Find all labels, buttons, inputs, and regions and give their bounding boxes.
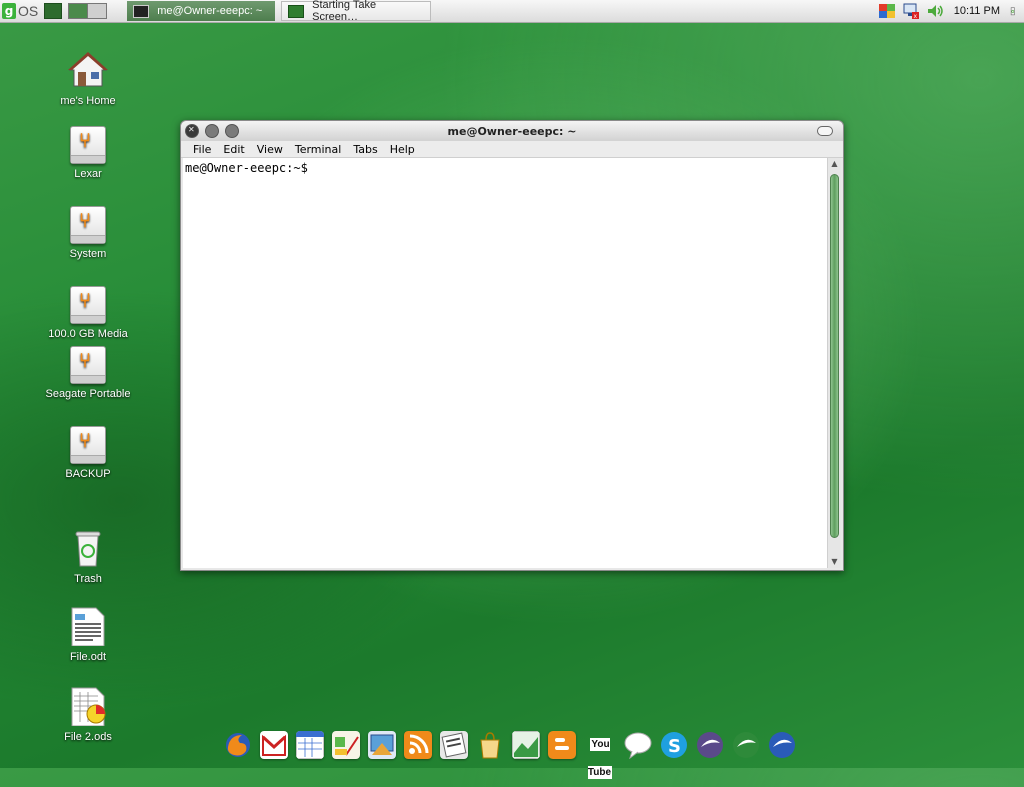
- calendar-icon[interactable]: [296, 731, 324, 759]
- spreadsheet-icon: [71, 687, 106, 727]
- taskbar-item-label: me@Owner-eeepc: ~: [157, 5, 263, 17]
- update-notifier-icon[interactable]: [878, 3, 896, 19]
- home-icon: [68, 52, 108, 87]
- shopping-icon[interactable]: [476, 731, 504, 759]
- desktop-icon-trash[interactable]: Trash: [38, 528, 138, 585]
- news-icon[interactable]: [440, 731, 468, 759]
- terminal-menubar: File Edit View Terminal Tabs Help: [181, 141, 843, 158]
- taskbar-item-terminal[interactable]: me@Owner-eeepc: ~: [127, 1, 276, 21]
- desktop-icon-label: File 2.ods: [64, 731, 112, 743]
- workspace-1[interactable]: [69, 4, 89, 18]
- desktop-icon-label: Seagate Portable: [45, 388, 131, 400]
- document-icon: [71, 607, 105, 647]
- system-tray: x 10:11 PM: [872, 0, 1024, 22]
- openoffice-icon[interactable]: [696, 731, 724, 759]
- trash-icon: [75, 531, 101, 567]
- show-desktop-icon[interactable]: [44, 3, 63, 19]
- screenshot-icon: [288, 4, 305, 18]
- svg-text:S: S: [668, 736, 681, 757]
- desktop-icon-backup[interactable]: ⑂ BACKUP: [38, 426, 138, 480]
- desktop-icon-label: File.odt: [69, 651, 107, 663]
- terminal-window: me@Owner-eeepc: ~ File Edit View Termina…: [180, 120, 844, 571]
- desktop-icon-media[interactable]: ⑂ 100.0 GB Media: [38, 286, 138, 340]
- desktop-icon-file-ods[interactable]: File 2.ods: [38, 686, 138, 743]
- scroll-up-icon[interactable]: ▲: [828, 158, 841, 170]
- desktop-icon-system[interactable]: ⑂ System: [38, 206, 138, 260]
- menu-view[interactable]: View: [251, 143, 289, 156]
- svg-text:x: x: [913, 13, 917, 19]
- menu-terminal[interactable]: Terminal: [289, 143, 348, 156]
- taskbar-item-label: Starting Take Screen…: [312, 0, 377, 23]
- desktop-icon-lexar[interactable]: ⑂ Lexar: [38, 126, 138, 180]
- usb-drive-icon: ⑂: [70, 286, 106, 324]
- volume-icon[interactable]: [926, 3, 944, 19]
- photos-icon[interactable]: [368, 731, 396, 759]
- terminal-titlebar[interactable]: me@Owner-eeepc: ~: [181, 121, 843, 141]
- menu-help[interactable]: Help: [384, 143, 421, 156]
- usb-drive-icon: ⑂: [70, 346, 106, 384]
- openoffice-calc-icon[interactable]: [732, 731, 760, 759]
- gos-logo-text: OS: [18, 3, 39, 19]
- workspace-switcher[interactable]: [68, 3, 108, 19]
- skype-icon[interactable]: S: [660, 731, 688, 759]
- clock[interactable]: 10:11 PM: [954, 5, 1000, 17]
- youtube-logo-text: You Tube: [587, 738, 613, 779]
- desktop-icon-home[interactable]: me's Home: [38, 50, 138, 107]
- blogger-icon[interactable]: [548, 731, 576, 759]
- menu-edit[interactable]: Edit: [217, 143, 250, 156]
- network-disconnected-icon[interactable]: x: [902, 3, 920, 19]
- desktop-icon-label: me's Home: [60, 95, 116, 107]
- rss-icon[interactable]: [404, 731, 432, 759]
- desktop-icon-label: BACKUP: [65, 468, 111, 480]
- usb-drive-icon: ⑂: [70, 206, 106, 244]
- chat-icon[interactable]: [624, 731, 652, 759]
- youtube-icon[interactable]: You Tube: [584, 731, 616, 779]
- terminal-text-area[interactable]: me@Owner-eeepc:~$: [183, 158, 827, 568]
- desktop-icon-seagate[interactable]: ⑂ Seagate Portable: [38, 346, 138, 400]
- usb-drive-icon: ⑂: [70, 126, 106, 164]
- desktop-icon-file-odt[interactable]: File.odt: [38, 606, 138, 663]
- dock: You Tube S: [224, 728, 804, 779]
- gos-logo-icon: g: [2, 3, 16, 19]
- gmail-icon[interactable]: [260, 731, 288, 759]
- usb-drive-icon: ⑂: [70, 426, 106, 464]
- window-title: me@Owner-eeepc: ~: [447, 124, 577, 138]
- desktop-icon-label: Trash: [74, 573, 102, 585]
- openoffice-impress-icon[interactable]: [768, 731, 796, 759]
- desktop-icon-label: System: [69, 248, 107, 260]
- firefox-icon[interactable]: [224, 731, 252, 759]
- shell-prompt: me@Owner-eeepc:~$: [185, 161, 308, 175]
- docs-icon[interactable]: [332, 731, 360, 759]
- taskbar-item-screenshot[interactable]: Starting Take Screen…: [281, 0, 432, 23]
- maps-icon[interactable]: [512, 731, 540, 759]
- shade-button[interactable]: [817, 126, 833, 136]
- top-panel: g OS me@Owner-eeepc: ~ Starting Take Scr…: [0, 0, 1024, 23]
- terminal-scrollbar[interactable]: ▲ ▼: [827, 158, 841, 568]
- scroll-down-icon[interactable]: ▼: [828, 556, 841, 568]
- menu-file[interactable]: File: [187, 143, 217, 156]
- desktop-icon-label: 100.0 GB Media: [48, 328, 128, 340]
- terminal-icon: [133, 4, 150, 18]
- gos-menu-button[interactable]: g OS: [0, 0, 38, 22]
- workspace-2[interactable]: [88, 4, 107, 18]
- battery-icon[interactable]: [1010, 3, 1020, 19]
- scrollbar-thumb[interactable]: [830, 174, 839, 538]
- menu-tabs[interactable]: Tabs: [347, 143, 383, 156]
- desktop-icon-label: Lexar: [74, 168, 102, 180]
